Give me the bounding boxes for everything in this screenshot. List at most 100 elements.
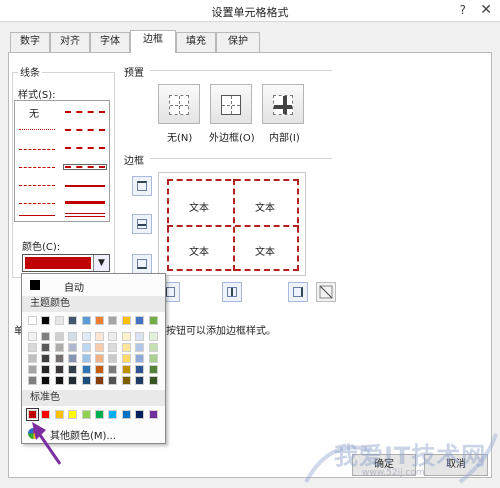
- theme-color-swatch[interactable]: [121, 343, 131, 352]
- theme-color-swatch[interactable]: [108, 332, 118, 341]
- theme-color-swatch[interactable]: [121, 332, 131, 341]
- theme-color-swatch[interactable]: [148, 343, 158, 352]
- theme-color-swatch[interactable]: [148, 365, 158, 374]
- standard-color-swatch[interactable]: [135, 410, 145, 419]
- standard-color-swatch[interactable]: [68, 410, 78, 419]
- theme-color-swatch[interactable]: [135, 343, 145, 352]
- theme-color-swatch[interactable]: [54, 354, 64, 363]
- line-style-hair[interactable]: [19, 129, 55, 130]
- tab-number[interactable]: 数字: [10, 32, 50, 52]
- theme-color-swatch[interactable]: [95, 354, 104, 363]
- theme-color-swatch[interactable]: [148, 354, 158, 363]
- theme-color-swatch[interactable]: [121, 354, 131, 363]
- preset-inside-button[interactable]: [262, 84, 304, 124]
- theme-color-swatch[interactable]: [41, 316, 51, 325]
- standard-color-swatch[interactable]: [95, 410, 104, 419]
- theme-color-swatch[interactable]: [121, 376, 131, 385]
- theme-color-swatch[interactable]: [135, 354, 145, 363]
- theme-color-swatch[interactable]: [108, 376, 118, 385]
- theme-color-swatch[interactable]: [41, 332, 51, 341]
- theme-color-swatch[interactable]: [68, 376, 78, 385]
- theme-color-swatch[interactable]: [28, 365, 37, 374]
- theme-color-swatch[interactable]: [135, 332, 145, 341]
- line-style-dashed[interactable]: [19, 203, 55, 204]
- auto-color-option[interactable]: 自动: [22, 276, 165, 294]
- theme-color-swatch[interactable]: [28, 343, 37, 352]
- standard-color-swatch[interactable]: [81, 410, 91, 419]
- theme-color-swatch[interactable]: [135, 316, 145, 325]
- theme-color-swatch[interactable]: [121, 365, 131, 374]
- theme-color-swatch[interactable]: [95, 316, 104, 325]
- theme-color-swatch[interactable]: [81, 316, 91, 325]
- theme-color-swatch[interactable]: [54, 316, 64, 325]
- theme-color-swatch[interactable]: [81, 354, 91, 363]
- standard-color-swatch[interactable]: [108, 410, 118, 419]
- line-style-slant-dash-dot[interactable]: [65, 129, 105, 131]
- theme-color-swatch[interactable]: [28, 332, 37, 341]
- standard-color-swatch[interactable]: [54, 410, 64, 419]
- line-style-thin[interactable]: [19, 215, 55, 216]
- tab-protection[interactable]: 保护: [216, 32, 260, 52]
- theme-color-swatch[interactable]: [54, 376, 64, 385]
- theme-color-swatch[interactable]: [81, 376, 91, 385]
- theme-color-swatch[interactable]: [148, 316, 158, 325]
- border-preview[interactable]: 文本 文本 文本 文本: [158, 172, 306, 276]
- theme-color-swatch[interactable]: [148, 376, 158, 385]
- border-bottom-button[interactable]: [132, 254, 152, 274]
- preset-none-button[interactable]: [158, 84, 200, 124]
- border-inside-horizontal-button[interactable]: [132, 214, 152, 234]
- theme-color-swatch[interactable]: [41, 354, 51, 363]
- border-top-button[interactable]: [132, 176, 152, 196]
- tab-border[interactable]: 边框: [130, 30, 176, 53]
- theme-color-swatch[interactable]: [54, 343, 64, 352]
- line-style-thick[interactable]: [65, 201, 105, 204]
- theme-color-swatch[interactable]: [28, 376, 37, 385]
- theme-color-swatch[interactable]: [68, 354, 78, 363]
- theme-color-swatch[interactable]: [28, 316, 37, 325]
- help-icon[interactable]: ?: [460, 3, 466, 17]
- line-style-list[interactable]: 无: [14, 100, 110, 222]
- line-style-dash-dot-dot[interactable]: [19, 167, 55, 168]
- theme-color-swatch[interactable]: [95, 365, 104, 374]
- preset-outline-button[interactable]: [210, 84, 252, 124]
- line-style-dash-dot[interactable]: [19, 185, 55, 186]
- theme-color-swatch[interactable]: [135, 376, 145, 385]
- theme-color-swatch[interactable]: [108, 343, 118, 352]
- standard-color-swatch[interactable]: [41, 410, 51, 419]
- line-style-double[interactable]: [65, 213, 105, 217]
- line-color-dropdown[interactable]: ▼: [22, 254, 110, 272]
- border-right-button[interactable]: [288, 282, 308, 302]
- tab-fill[interactable]: 填充: [176, 32, 216, 52]
- line-style-medium-dashed[interactable]: [63, 164, 107, 170]
- theme-color-swatch[interactable]: [81, 365, 91, 374]
- theme-color-swatch[interactable]: [148, 332, 158, 341]
- theme-color-swatch[interactable]: [95, 343, 104, 352]
- theme-color-swatch[interactable]: [95, 376, 104, 385]
- standard-color-swatch[interactable]: [26, 408, 39, 421]
- theme-color-swatch[interactable]: [81, 343, 91, 352]
- theme-color-swatch[interactable]: [68, 343, 78, 352]
- theme-color-swatch[interactable]: [28, 354, 37, 363]
- theme-color-swatch[interactable]: [108, 354, 118, 363]
- tab-font[interactable]: 字体: [90, 32, 130, 52]
- theme-color-swatch[interactable]: [68, 316, 78, 325]
- line-style-medium-dash-dot-dot[interactable]: [65, 111, 105, 113]
- theme-color-swatch[interactable]: [68, 332, 78, 341]
- tab-alignment[interactable]: 对齐: [50, 32, 90, 52]
- theme-color-swatch[interactable]: [54, 365, 64, 374]
- theme-color-swatch[interactable]: [108, 365, 118, 374]
- border-inside-vertical-button[interactable]: [222, 282, 242, 302]
- theme-color-swatch[interactable]: [108, 316, 118, 325]
- theme-color-swatch[interactable]: [121, 316, 131, 325]
- theme-color-swatch[interactable]: [54, 332, 64, 341]
- border-diagonal-button[interactable]: [316, 282, 336, 302]
- chevron-down-icon[interactable]: ▼: [93, 255, 109, 271]
- theme-color-swatch[interactable]: [95, 332, 104, 341]
- theme-color-swatch[interactable]: [41, 376, 51, 385]
- line-style-medium-dash-dot[interactable]: [65, 147, 105, 149]
- standard-color-swatch[interactable]: [148, 410, 158, 419]
- theme-color-swatch[interactable]: [41, 365, 51, 374]
- theme-color-swatch[interactable]: [135, 365, 145, 374]
- close-icon[interactable]: ✕: [480, 2, 492, 18]
- line-style-medium[interactable]: [65, 185, 105, 187]
